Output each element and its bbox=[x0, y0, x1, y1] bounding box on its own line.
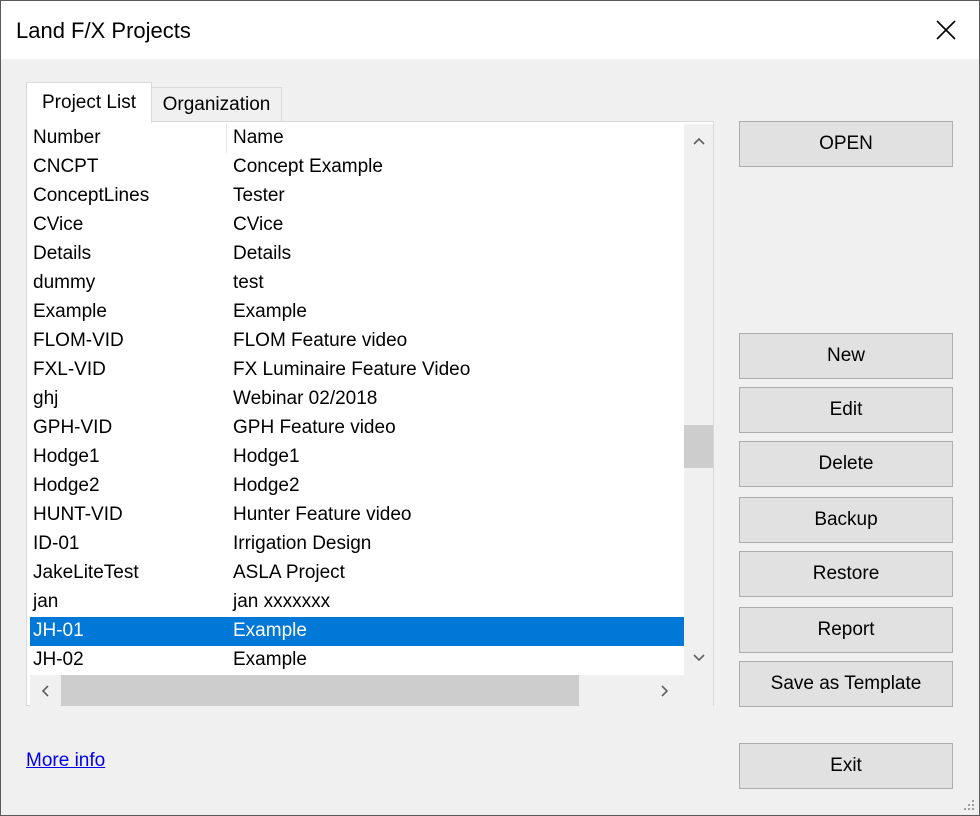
project-number: ghj bbox=[33, 388, 59, 409]
close-icon bbox=[936, 20, 956, 40]
project-name: GPH Feature video bbox=[233, 417, 396, 438]
chevron-right-icon bbox=[660, 684, 668, 697]
table-row[interactable]: Hodge1 Hodge1 bbox=[30, 443, 684, 472]
edit-button[interactable]: Edit bbox=[739, 387, 953, 433]
scroll-left-button[interactable] bbox=[30, 675, 59, 706]
table-row[interactable]: Example Example bbox=[30, 298, 684, 327]
scroll-up-button[interactable] bbox=[684, 124, 713, 158]
open-button[interactable]: OPEN bbox=[739, 121, 953, 167]
table-row[interactable]: dummy test bbox=[30, 269, 684, 298]
project-number: HUNT-VID bbox=[33, 504, 123, 525]
project-name: Example bbox=[233, 649, 307, 670]
save-as-template-button[interactable]: Save as Template bbox=[739, 661, 953, 707]
project-name: jan xxxxxxx bbox=[233, 591, 331, 612]
horizontal-scrollbar[interactable] bbox=[30, 675, 684, 706]
project-name: Example bbox=[233, 301, 307, 322]
window-title: Land F/X Projects bbox=[16, 18, 191, 43]
scrollbar-corner bbox=[684, 675, 713, 706]
project-name: Example bbox=[233, 620, 307, 641]
tab-project-list[interactable]: Project List bbox=[26, 82, 152, 123]
project-name: Hunter Feature video bbox=[233, 504, 412, 525]
column-divider[interactable] bbox=[226, 124, 227, 153]
project-name: CVice bbox=[233, 214, 284, 235]
table-row[interactable]: JH-01 Example bbox=[30, 617, 684, 646]
project-number: Hodge1 bbox=[33, 446, 100, 467]
project-number: Hodge2 bbox=[33, 475, 100, 496]
table-row[interactable]: GPH-VID GPH Feature video bbox=[30, 414, 684, 443]
project-name: test bbox=[233, 272, 264, 293]
table-row[interactable]: CVice CVice bbox=[30, 211, 684, 240]
chevron-left-icon bbox=[41, 684, 49, 697]
table-row[interactable]: Hodge2 Hodge2 bbox=[30, 472, 684, 501]
project-number: dummy bbox=[33, 272, 96, 293]
project-number: ID-01 bbox=[33, 533, 80, 554]
project-number: JH-01 bbox=[33, 620, 84, 641]
project-name: Webinar 02/2018 bbox=[233, 388, 378, 409]
chevron-up-icon bbox=[692, 137, 705, 145]
table-row[interactable]: JakeLiteTest ASLA Project bbox=[30, 559, 684, 588]
project-name: Hodge2 bbox=[233, 475, 300, 496]
table-row[interactable]: jan jan xxxxxxx bbox=[30, 588, 684, 617]
column-header-number[interactable]: Number bbox=[33, 127, 101, 149]
project-name: Concept Example bbox=[233, 156, 383, 177]
project-name: FX Luminaire Feature Video bbox=[233, 359, 471, 380]
project-number: GPH-VID bbox=[33, 417, 113, 438]
table-row[interactable]: HUNT-VID Hunter Feature video bbox=[30, 501, 684, 530]
project-number: JH-02 bbox=[33, 649, 84, 670]
project-name: Tester bbox=[233, 185, 285, 206]
table-row[interactable]: CNCPT Concept Example bbox=[30, 153, 684, 182]
backup-button[interactable]: Backup bbox=[739, 497, 953, 543]
table-row[interactable]: ConceptLines Tester bbox=[30, 182, 684, 211]
project-number: CVice bbox=[33, 214, 84, 235]
vertical-scrollbar[interactable] bbox=[684, 124, 713, 675]
restore-button[interactable]: Restore bbox=[739, 551, 953, 597]
close-button[interactable] bbox=[913, 1, 979, 59]
scroll-right-button[interactable] bbox=[650, 675, 679, 706]
project-name: Hodge1 bbox=[233, 446, 300, 467]
scroll-down-button[interactable] bbox=[684, 641, 713, 675]
column-header-name[interactable]: Name bbox=[233, 127, 284, 149]
delete-button[interactable]: Delete bbox=[739, 441, 953, 487]
chevron-down-icon bbox=[692, 654, 705, 662]
table-row[interactable]: ghj Webinar 02/2018 bbox=[30, 385, 684, 414]
table-row[interactable]: ID-01 Irrigation Design bbox=[30, 530, 684, 559]
resize-grip-icon[interactable] bbox=[960, 796, 976, 812]
project-name: Irrigation Design bbox=[233, 533, 372, 554]
project-number: FXL-VID bbox=[33, 359, 106, 380]
report-button[interactable]: Report bbox=[739, 607, 953, 653]
tab-organization[interactable]: Organization bbox=[152, 87, 282, 122]
horizontal-scroll-thumb[interactable] bbox=[61, 675, 579, 706]
project-number: FLOM-VID bbox=[33, 330, 124, 351]
table-row[interactable]: JH-02 Example bbox=[30, 646, 684, 675]
exit-button[interactable]: Exit bbox=[739, 743, 953, 789]
project-number: ConceptLines bbox=[33, 185, 150, 206]
more-info-link[interactable]: More info bbox=[26, 750, 105, 772]
project-number: jan bbox=[33, 591, 59, 612]
list-header: Number Name bbox=[30, 124, 684, 153]
project-number: Example bbox=[33, 301, 107, 322]
project-number: Details bbox=[33, 243, 92, 264]
project-name: ASLA Project bbox=[233, 562, 345, 583]
vertical-scroll-thumb[interactable] bbox=[684, 425, 713, 468]
table-row[interactable]: Details Details bbox=[30, 240, 684, 269]
new-button[interactable]: New bbox=[739, 333, 953, 379]
table-row[interactable]: FLOM-VID FLOM Feature video bbox=[30, 327, 684, 356]
title-bar: Land F/X Projects bbox=[1, 1, 979, 59]
project-number: CNCPT bbox=[33, 156, 99, 177]
project-name: FLOM Feature video bbox=[233, 330, 408, 351]
project-list[interactable]: Number Name CNCPT Concept Example ConceptL… bbox=[30, 124, 684, 675]
project-name: Details bbox=[233, 243, 292, 264]
project-number: JakeLiteTest bbox=[33, 562, 139, 583]
table-row[interactable]: FXL-VID FX Luminaire Feature Video bbox=[30, 356, 684, 385]
